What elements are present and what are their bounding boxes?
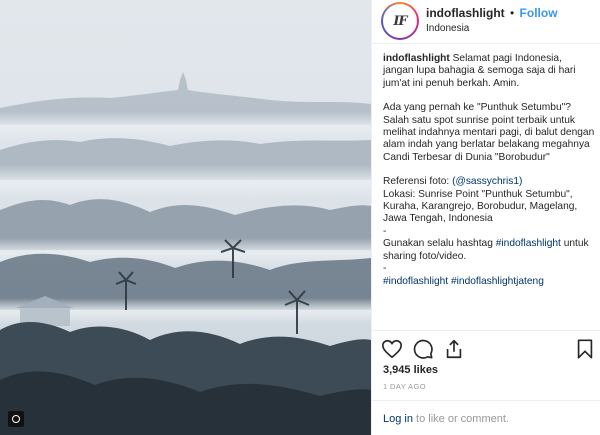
caption-dash: - [383, 225, 387, 237]
post-photo[interactable] [0, 0, 371, 435]
caption-hashtag-line: Gunakan selalu hashtag #indoflashlight u… [383, 238, 595, 263]
caption-tags: #indoflashlight #indoflashlightjateng [383, 276, 595, 288]
caption-paragraph: Ada yang pernah ke "Punthuk Setumbu"? Sa… [383, 102, 595, 163]
username-row: indoflashlight • Follow [426, 6, 558, 20]
comment-prompt: Log in to like or comment. [372, 400, 600, 435]
avatar[interactable]: IF [381, 2, 419, 40]
reference-handle[interactable]: (@sassychris1) [452, 176, 522, 187]
heart-icon[interactable] [381, 338, 403, 360]
caption: indoflashlight Selamat pagi Indonesia, j… [383, 53, 595, 288]
post-side-panel: IF indoflashlight • Follow Indonesia ind… [371, 0, 600, 435]
caption-dash: - [383, 263, 387, 275]
login-prompt-text: to like or comment. [412, 413, 509, 425]
avatar-logo: IF [383, 4, 417, 38]
hashtag-link[interactable]: #indoflashlight [383, 276, 448, 287]
like-count[interactable]: 3,945 likes [383, 364, 438, 376]
post-timestamp[interactable]: 1 DAY AGO [383, 382, 426, 391]
share-icon[interactable] [443, 338, 465, 360]
comment-icon[interactable] [412, 338, 434, 360]
caption-intro: indoflashlight Selamat pagi Indonesia, j… [383, 53, 595, 90]
follow-button[interactable]: Follow [520, 6, 558, 20]
bookmark-icon[interactable] [574, 338, 596, 360]
username-link[interactable]: indoflashlight [426, 6, 505, 20]
caption-reference: Referensi foto: (@sassychris1) [383, 176, 595, 188]
caption-location: Lokasi: Sunrise Point "Punthuk Setumbu",… [383, 188, 578, 225]
location-link[interactable]: Indonesia [426, 23, 469, 34]
hashtag-pre: Gunakan selalu hashtag [383, 238, 496, 250]
post-header: IF indoflashlight • Follow Indonesia [372, 0, 600, 44]
instagram-icon [8, 411, 24, 427]
hashtag-link[interactable]: #indoflashlightjateng [451, 276, 544, 287]
reference-label: Referensi foto: [383, 176, 453, 188]
caption-username[interactable]: indoflashlight [383, 53, 450, 64]
action-bar [372, 330, 600, 366]
login-link[interactable]: Log in [383, 413, 413, 425]
hashtag-link[interactable]: #indoflashlight [496, 238, 561, 249]
separator-dot: • [510, 6, 515, 20]
misty-borobudur-photo [0, 0, 371, 435]
